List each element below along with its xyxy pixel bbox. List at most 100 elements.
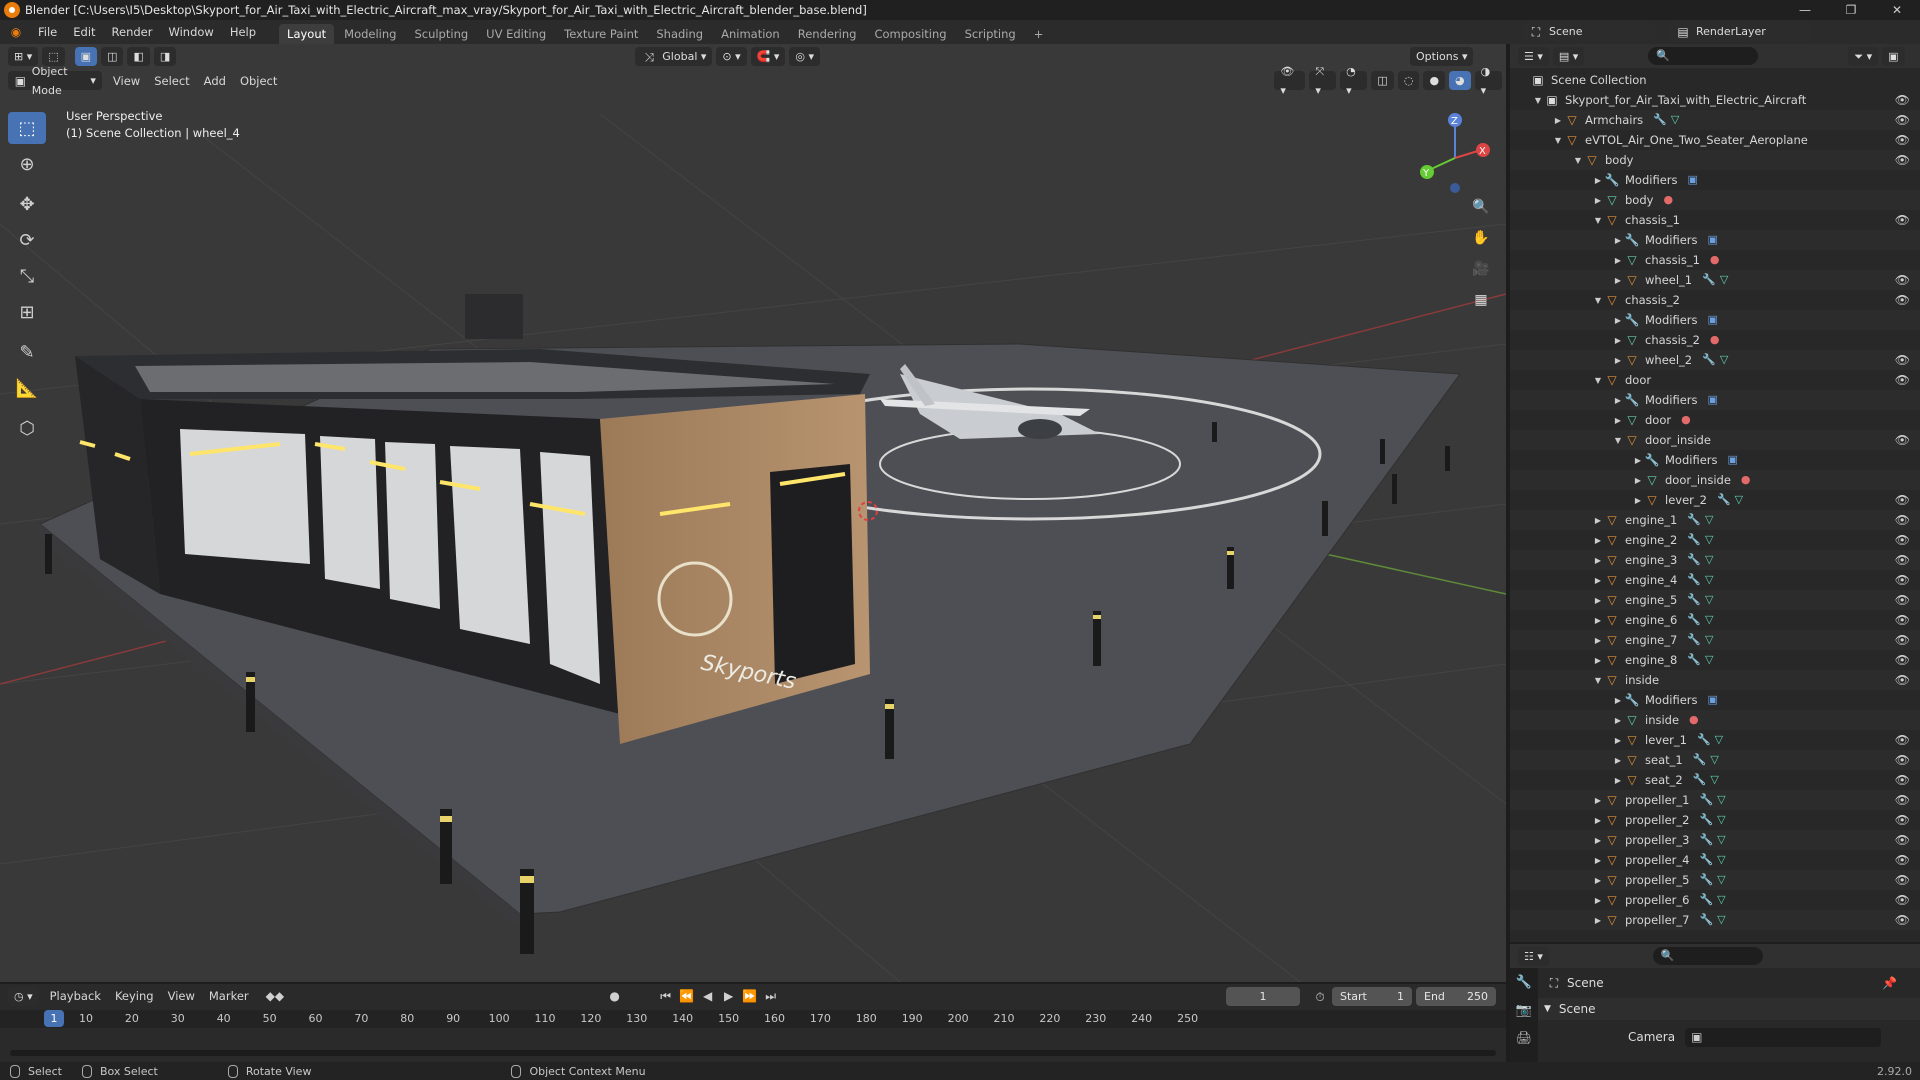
tab-rendering[interactable]: Rendering: [790, 24, 865, 44]
visibility-eye-icon[interactable]: 👁: [1895, 353, 1910, 367]
menu-keying[interactable]: Keying: [108, 989, 161, 1003]
outliner-row[interactable]: ▶ 🔧 Modifiers ▣: [1510, 450, 1920, 470]
navigation-gizmo[interactable]: Z X Y: [1415, 108, 1495, 198]
select-mode-extend-button[interactable]: ◫: [101, 47, 124, 66]
expand-icon[interactable]: ▶: [1592, 556, 1604, 565]
outliner-row[interactable]: ▶ ▽ engine_2 🔧 ▽ 👁: [1510, 530, 1920, 550]
expand-icon[interactable]: ▶: [1612, 396, 1624, 405]
outliner-row[interactable]: ▶ ▽ seat_1 🔧 ▽ 👁: [1510, 750, 1920, 770]
add-workspace-icon[interactable]: +: [1026, 24, 1052, 44]
expand-icon[interactable]: ▶: [1592, 196, 1604, 205]
outliner-row[interactable]: ▶ ▽ propeller_2 🔧 ▽ 👁: [1510, 810, 1920, 830]
visibility-eye-icon[interactable]: 👁: [1895, 653, 1910, 667]
playhead[interactable]: 1: [44, 1010, 64, 1027]
visibility-eye-icon[interactable]: 👁: [1895, 513, 1910, 527]
expand-icon[interactable]: ▶: [1612, 756, 1624, 765]
expand-icon[interactable]: ▶: [1592, 176, 1604, 185]
outliner-row[interactable]: ▶ ▽ propeller_3 🔧 ▽ 👁: [1510, 830, 1920, 850]
visibility-eye-icon[interactable]: 👁: [1895, 733, 1910, 747]
visibility-eye-icon[interactable]: 👁: [1895, 613, 1910, 627]
expand-icon[interactable]: ▶: [1592, 876, 1604, 885]
outliner-row[interactable]: ▶ ▽ engine_4 🔧 ▽ 👁: [1510, 570, 1920, 590]
ortho-grid-icon[interactable]: ▦: [1468, 287, 1494, 313]
proportional-edit-button[interactable]: ◎ ▾: [789, 47, 820, 66]
outliner-row[interactable]: ▼ ▽ door_inside 👁: [1510, 430, 1920, 450]
shading-rendered[interactable]: ◑ ▾: [1474, 65, 1503, 97]
collapse-icon[interactable]: ▼: [1572, 156, 1584, 165]
menu-timeline-view[interactable]: View: [161, 989, 202, 1003]
outliner-row[interactable]: ▶ ▽ engine_1 🔧 ▽ 👁: [1510, 510, 1920, 530]
expand-icon[interactable]: ▶: [1612, 316, 1624, 325]
menu-view[interactable]: View: [106, 74, 147, 88]
visibility-eye-icon[interactable]: 👁: [1895, 493, 1910, 507]
visibility-eye-icon[interactable]: 👁: [1895, 433, 1910, 447]
visibility-eye-icon[interactable]: 👁: [1895, 853, 1910, 867]
keyframe-icon[interactable]: ◆◆: [266, 989, 284, 1003]
expand-icon[interactable]: ▶: [1592, 636, 1604, 645]
scene-collection-row[interactable]: ▣ Scene Collection: [1510, 70, 1920, 90]
shading-material[interactable]: ◕: [1449, 71, 1471, 90]
camera-view-icon[interactable]: 🎥: [1468, 256, 1494, 282]
scene-selector[interactable]: ⛶ Scene: [1522, 22, 1655, 41]
outliner-row[interactable]: ▶ ▽ engine_6 🔧 ▽ 👁: [1510, 610, 1920, 630]
outliner-row[interactable]: ▶ ▽ engine_5 🔧 ▽ 👁: [1510, 590, 1920, 610]
expand-icon[interactable]: ▶: [1592, 656, 1604, 665]
menu-marker[interactable]: Marker: [202, 989, 256, 1003]
expand-icon[interactable]: ▶: [1632, 496, 1644, 505]
menu-add[interactable]: Add: [197, 74, 233, 88]
expand-icon[interactable]: ▶: [1612, 416, 1624, 425]
outliner-editor-type-button[interactable]: ☰ ▾: [1518, 46, 1549, 66]
output-tab-icon[interactable]: 🖨: [1510, 1024, 1538, 1052]
gizmo-toggle[interactable]: ⤧ ▾: [1309, 65, 1337, 97]
visibility-eye-icon[interactable]: 👁: [1895, 673, 1910, 687]
outliner-row[interactable]: ▶ ▽ body ●: [1510, 190, 1920, 210]
visibility-eye-icon[interactable]: 👁: [1895, 593, 1910, 607]
visibility-eye-icon[interactable]: 👁: [1895, 753, 1910, 767]
outliner-row[interactable]: ▼ ▽ eVTOL_Air_One_Two_Seater_Aeroplane 👁: [1510, 130, 1920, 150]
tool-tab-icon[interactable]: 🔧: [1510, 968, 1538, 996]
menu-object[interactable]: Object: [233, 74, 284, 88]
frame-ruler[interactable]: 1 10 20 30 40 50 60 70 80 90 100 110 120 130 140 150 16…: [0, 1010, 1506, 1028]
expand-icon[interactable]: ▶: [1592, 816, 1604, 825]
prev-keyframe-icon[interactable]: ⏪: [679, 989, 695, 1003]
visibility-eye-icon[interactable]: 👁: [1895, 813, 1910, 827]
close-icon[interactable]: ✕: [1874, 0, 1920, 20]
visibility-eye-icon[interactable]: 👁: [1895, 633, 1910, 647]
visibility-eye-icon[interactable]: 👁: [1895, 373, 1910, 387]
outliner-row[interactable]: ▶ 🔧 Modifiers ▣: [1510, 390, 1920, 410]
select-mode-subtract-button[interactable]: ◧: [127, 47, 150, 66]
outliner-row[interactable]: ▶ ▽ lever_1 🔧 ▽ 👁: [1510, 730, 1920, 750]
expand-icon[interactable]: ▶: [1592, 856, 1604, 865]
visibility-eye-icon[interactable]: 👁: [1895, 213, 1910, 227]
outliner-row[interactable]: ▼ ▽ body 👁: [1510, 150, 1920, 170]
visibility-eye-icon[interactable]: 👁: [1895, 153, 1910, 167]
outliner-row[interactable]: ▶ ▽ engine_3 🔧 ▽ 👁: [1510, 550, 1920, 570]
outliner-row[interactable]: ▶ ▽ chassis_1 ●: [1510, 250, 1920, 270]
expand-icon[interactable]: ▶: [1592, 536, 1604, 545]
outliner-row[interactable]: ▶ ▽ lever_2 🔧 ▽ 👁: [1510, 490, 1920, 510]
expand-icon[interactable]: ▶: [1612, 716, 1624, 725]
transform-tool-icon[interactable]: ⊞: [8, 296, 46, 328]
visibility-eye-icon[interactable]: 👁: [1895, 793, 1910, 807]
record-icon[interactable]: ●: [607, 989, 623, 1003]
expand-icon[interactable]: ▶: [1592, 916, 1604, 925]
cursor-tool-icon[interactable]: ⊕: [8, 148, 46, 180]
properties-search-input[interactable]: 🔍: [1652, 947, 1763, 965]
collapse-icon[interactable]: ▼: [1532, 96, 1544, 105]
expand-icon[interactable]: ▶: [1592, 596, 1604, 605]
menu-file[interactable]: File: [30, 20, 65, 44]
outliner-row[interactable]: ▼ ▣ Skyport_for_Air_Taxi_with_Electric_Air…: [1510, 90, 1920, 110]
tab-scripting[interactable]: Scripting: [957, 24, 1024, 44]
visibility-dropdown[interactable]: 👁 ▾: [1274, 65, 1306, 97]
orientation-dropdown[interactable]: ⤨ Global ▾: [635, 47, 713, 66]
scale-tool-icon[interactable]: ⤡: [8, 260, 46, 292]
tab-layout[interactable]: Layout: [279, 24, 335, 44]
menu-edit[interactable]: Edit: [65, 20, 103, 44]
select-box-tool-icon[interactable]: ⬚: [8, 112, 46, 144]
visibility-eye-icon[interactable]: 👁: [1895, 573, 1910, 587]
visibility-eye-icon[interactable]: 👁: [1895, 773, 1910, 787]
new-collection-icon[interactable]: ▣: [1882, 46, 1905, 66]
outliner-row[interactable]: ▶ ▽ door_inside ●: [1510, 470, 1920, 490]
expand-icon[interactable]: ▶: [1612, 736, 1624, 745]
visibility-eye-icon[interactable]: 👁: [1895, 93, 1910, 107]
